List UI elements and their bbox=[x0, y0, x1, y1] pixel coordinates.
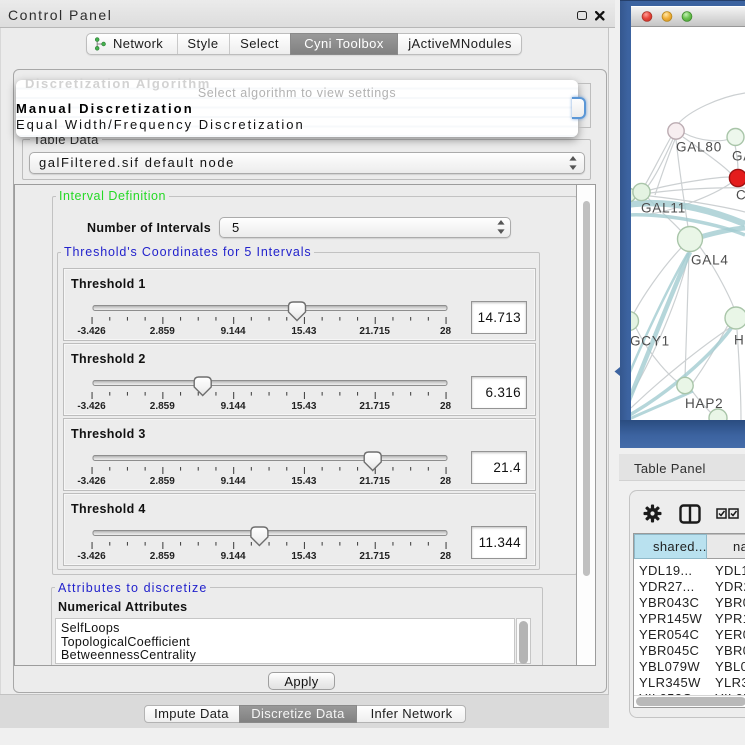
svg-text:GAL4: GAL4 bbox=[691, 253, 729, 268]
svg-text:H: H bbox=[734, 333, 745, 348]
svg-text:GAL11: GAL11 bbox=[641, 201, 686, 216]
svg-text:GCY1: GCY1 bbox=[631, 334, 670, 349]
svg-text:GAL80: GAL80 bbox=[676, 140, 722, 155]
svg-text:HAP2: HAP2 bbox=[685, 396, 723, 411]
svg-text:GA: GA bbox=[732, 149, 745, 164]
svg-text:C: C bbox=[736, 188, 745, 203]
